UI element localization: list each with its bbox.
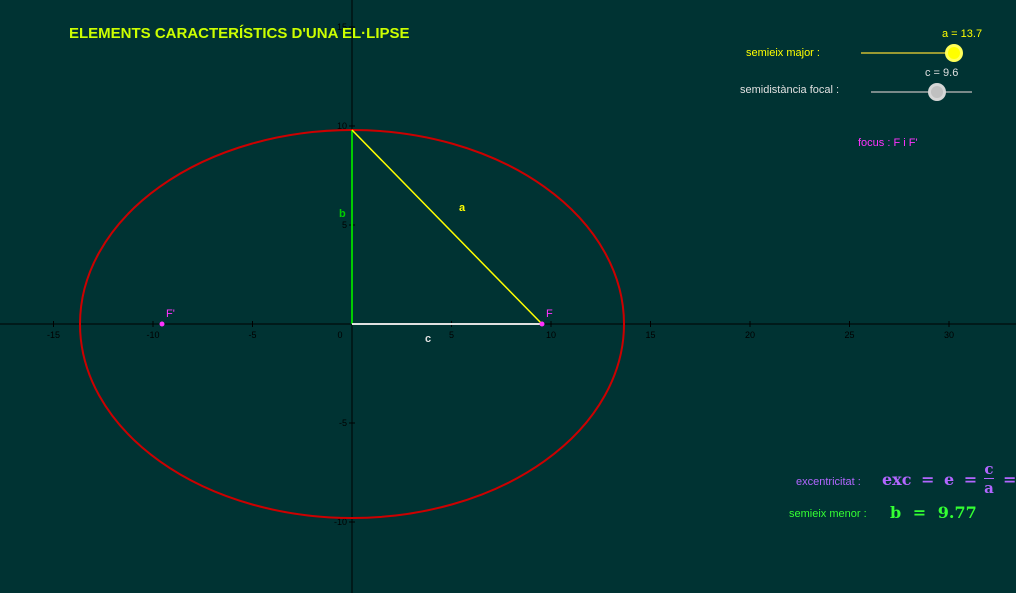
segment-a — [351, 129, 543, 325]
label-a: a — [459, 202, 466, 214]
focus-legend: focus : F i F' — [858, 137, 918, 149]
ecc-eq1: = — [921, 470, 935, 489]
ecc-numerator: c — [984, 460, 994, 478]
slider-c-value: c = 9.6 — [925, 67, 959, 79]
label-F: F — [546, 308, 553, 320]
slider-c-label: semidistància focal : — [740, 84, 840, 96]
label-F-prime: F' — [166, 308, 175, 320]
x-tick-label: -15 — [47, 330, 60, 340]
focus-F-point[interactable] — [539, 321, 545, 327]
x-tick-label: 20 — [745, 330, 755, 340]
y-tick-label: -5 — [339, 418, 347, 428]
slider-a-label: semieix major : — [746, 47, 820, 59]
ecc-eq3: = — [1003, 470, 1016, 489]
x-tick-label: -5 — [248, 330, 256, 340]
focus-F-prime-point[interactable] — [159, 321, 165, 327]
ecc-exc: exc — [882, 470, 912, 489]
axes: -15 -10 -5 0 5 10 15 20 25 3015105-5-10 — [0, 0, 1016, 593]
minor-axis-formula: b = 9.77 — [890, 503, 977, 522]
slider-c-knob[interactable] — [928, 83, 946, 101]
y-tick-label: 5 — [342, 220, 347, 230]
x-tick-label: 15 — [645, 330, 655, 340]
minor-var: b — [890, 503, 902, 522]
ecc-denominator: a — [984, 479, 994, 497]
x-tick-label: 5 — [449, 330, 454, 340]
x-tick-label: 30 — [944, 330, 954, 340]
slider-c-track[interactable] — [871, 91, 972, 93]
eccentricity-formula: exc = e = — [882, 470, 981, 489]
x-tick-label: 0 — [337, 330, 342, 340]
label-b: b — [339, 208, 346, 220]
x-tick-label: 10 — [546, 330, 556, 340]
slider-a-value: a = 13.7 — [942, 28, 983, 40]
label-c: c — [425, 333, 432, 345]
eccentricity-label: excentricitat : — [796, 476, 861, 488]
x-tick-label: 25 — [844, 330, 854, 340]
minor-value: 9.77 — [937, 503, 977, 522]
ecc-eq2: = — [963, 470, 978, 489]
minor-eq: = — [912, 503, 927, 522]
geometry-canvas[interactable]: -15 -10 -5 0 5 10 15 20 25 3015105-5-10 — [0, 0, 1016, 593]
slider-a-knob[interactable] — [945, 44, 963, 62]
minor-axis-label: semieix menor : — [789, 508, 867, 520]
page-title: ELEMENTS CARACTERÍSTICS D'UNA EL·LIPSE — [69, 25, 410, 42]
ecc-e: e — [944, 470, 955, 489]
x-tick-label: -10 — [146, 330, 159, 340]
ecc-fraction: c a — [982, 461, 996, 496]
